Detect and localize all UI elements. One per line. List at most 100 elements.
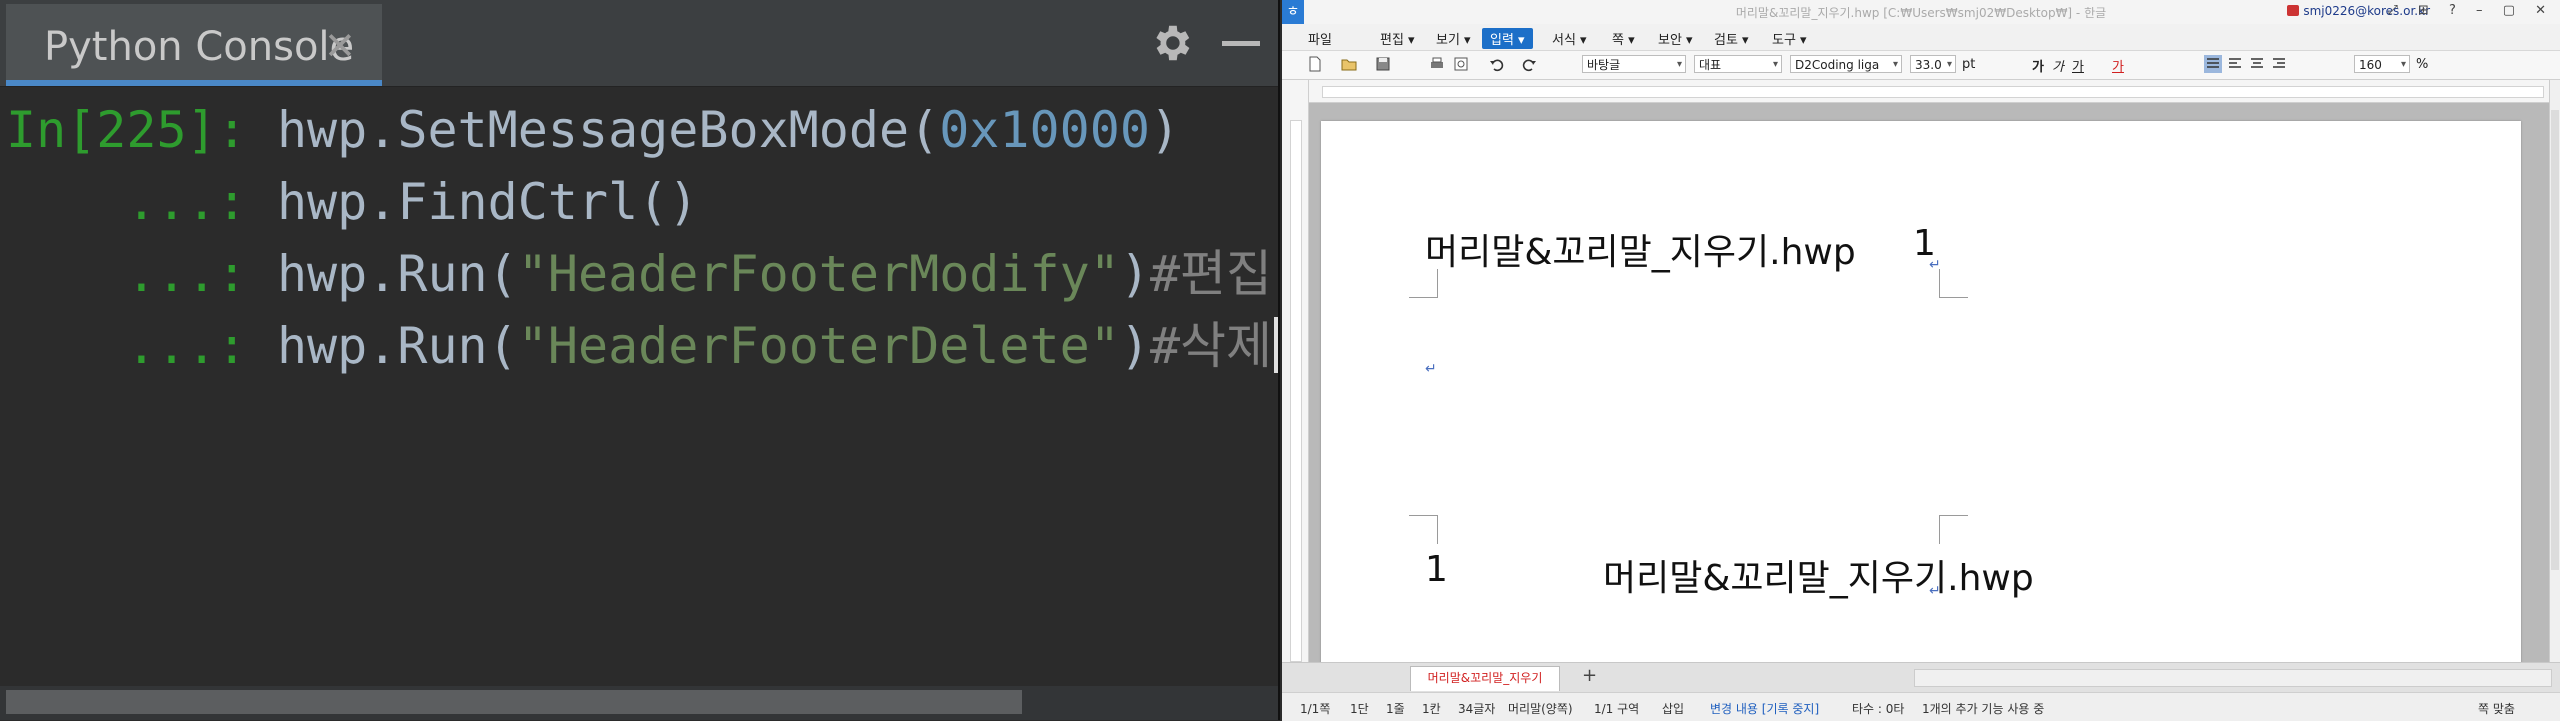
status-addons[interactable]: 1개의 추가 기능 사용 중 [1922,700,2044,717]
print-icon[interactable] [1428,55,1446,73]
console-line: In[225]: hwp.SetMessageBoxMode(0x10000) [6,94,1278,166]
code-text: hwp.Run( [276,317,518,375]
account-icon [2287,5,2300,16]
status-insert-mode[interactable]: 삽입 [1662,700,1684,717]
scrollbar-thumb[interactable] [6,690,1022,714]
document-workspace[interactable]: 머리말&꼬리말_지우기.hwp 1 ↵ ↵ 1 머리말&꼬리말_지우기.hwp … [1309,103,2549,662]
code-text: hwp.SetMessageBoxMode( [276,101,940,159]
status-track-changes[interactable]: 변경 내용 [기록 중지] [1710,700,1819,717]
ruler-strip [1290,120,1302,662]
status-column: 1단 [1350,702,1369,716]
status-section: 1/1 구역 [1594,702,1640,716]
menu-security[interactable]: 보안 ▾ [1658,29,1693,48]
code-comment: #편집 [1149,245,1273,303]
horizontal-scrollbar[interactable] [1914,669,2552,687]
margin-corner [1939,269,1968,298]
open-folder-icon[interactable] [1340,55,1358,73]
console-header: Python Console ✕ [0,0,1278,87]
status-char-count: 34글자 [1458,702,1496,716]
align-justify-icon[interactable] [2204,55,2222,73]
font-language-select[interactable]: 대표 [1694,55,1782,74]
status-line: 1줄 [1386,702,1405,716]
menu-insert[interactable]: 입력 ▾ [1482,28,1533,49]
scrollbar-thumb[interactable] [2551,110,2559,570]
menu-review[interactable]: 검토 ▾ [1714,29,1749,48]
tab-python-console[interactable]: Python Console ✕ [6,4,382,86]
status-page[interactable]: 1/1쪽 [1300,700,1330,717]
font-size-input[interactable]: 33.0 [1910,55,1956,74]
tab-document[interactable]: 머리말&꼬리말_지우기 [1410,666,1560,691]
preview-icon[interactable] [1452,55,1470,73]
bold-icon[interactable]: 가 [2032,56,2044,75]
zoom-unit: % [2416,57,2429,72]
paragraph-mark: ↵ [1929,583,1941,599]
code-number: 0x10000 [939,101,1150,159]
underline-icon[interactable]: 가 [2072,56,2084,75]
document-tab-bar: 머리말&꼬리말_지우기 + [1282,662,2560,693]
status-char-pos: 1칸 [1422,702,1441,716]
code-comment: #삭제 [1149,317,1273,375]
margin-corner [1939,515,1968,544]
align-center-icon[interactable] [2248,55,2266,73]
window-controls[interactable]: ⤢ ⊞ ? – ▢ ✕ [2387,3,2554,18]
status-zoom-fit[interactable]: 쪽 맞춤 [2478,700,2515,717]
align-right-icon[interactable] [2270,55,2288,73]
console-output[interactable]: In[225]: hwp.SetMessageBoxMode(0x10000) … [6,94,1279,382]
input-prompt: In[225]: [6,101,277,159]
menu-view[interactable]: 보기 ▾ [1436,29,1471,48]
code-text: ) [1149,101,1181,159]
continuation-prompt: ...: [6,245,277,303]
save-icon[interactable] [1374,55,1392,73]
vertical-scrollbar[interactable] [2549,80,2560,662]
continuation-prompt: ...: [6,173,277,231]
status-bar: 1/1쪽 1단 1줄 1칸 34글자 머리말(양쪽) 1/1 구역 삽입 변경 … [1282,692,2560,721]
ruler-strip [1322,86,2544,98]
footer-filename[interactable]: 머리말&꼬리말_지우기.hwp [1603,549,2034,601]
minimize-icon[interactable] [1222,41,1260,46]
font-name-select[interactable]: D2Coding liga [1790,55,1902,74]
code-text: ) [1119,317,1150,375]
status-area: 머리말(양쪽) [1508,702,1573,716]
menu-page[interactable]: 쪽 ▾ [1612,29,1635,48]
add-tab-button[interactable]: + [1582,665,1597,686]
gear-icon[interactable] [1148,20,1194,66]
paragraph-mark: ↵ [1425,361,1437,377]
code-string: "HeaderFooterModify" [517,245,1120,303]
console-tab-label: Python Console [44,24,355,70]
code-text: hwp.Run( [276,245,518,303]
text-cursor [1274,317,1279,373]
console-line: ...: hwp.Run("HeaderFooterDelete")#삭제 [6,310,1279,382]
undo-icon[interactable] [1488,55,1506,73]
vertical-ruler[interactable] [1282,80,1309,662]
title-bar: ㅎ 머리말&꼬리말_지우기.hwp [C:₩Users₩smj02₩Deskto… [1282,0,2560,24]
hwp-window: ㅎ 머리말&꼬리말_지우기.hwp [C:₩Users₩smj02₩Deskto… [1282,0,2560,721]
code-text: ) [1119,245,1150,303]
document-page[interactable]: 머리말&꼬리말_지우기.hwp 1 ↵ ↵ 1 머리말&꼬리말_지우기.hwp … [1321,121,2521,662]
zoom-input[interactable]: 160 [2354,55,2410,74]
menu-format[interactable]: 서식 ▾ [1552,29,1587,48]
align-left-icon[interactable] [2226,55,2244,73]
style-select[interactable]: 바탕글 [1582,55,1686,74]
italic-icon[interactable]: 가 [2052,56,2064,75]
margin-corner [1409,269,1438,298]
new-document-icon[interactable] [1306,55,1324,73]
footer-page-number[interactable]: 1 [1425,549,1448,590]
continuation-prompt: ...: [6,317,277,375]
close-icon[interactable]: ✕ [324,24,356,68]
code-string: "HeaderFooterDelete" [517,317,1120,375]
header-filename[interactable]: 머리말&꼬리말_지우기.hwp [1425,223,1856,275]
redo-icon[interactable] [1520,55,1538,73]
console-line: ...: hwp.Run("HeaderFooterModify")#편집 [6,238,1278,310]
font-color-icon[interactable]: 가 [2112,56,2124,75]
horizontal-ruler[interactable] [1308,80,2560,103]
console-horizontal-scrollbar[interactable] [0,686,1278,720]
status-typing-count: 타수 : 0타 [1852,702,1905,716]
menu-bar: 파일 편집 ▾ 보기 ▾ 입력 ▾ 서식 ▾ 쪽 ▾ 보안 ▾ 검토 ▾ 도구 … [1282,24,2560,51]
menu-tools[interactable]: 도구 ▾ [1772,29,1807,48]
python-console-panel: Python Console ✕ In[225]: hwp.SetMessage… [0,0,1280,720]
menu-edit[interactable]: 편집 ▾ [1380,29,1415,48]
menu-file[interactable]: 파일 [1308,29,1332,48]
code-text: hwp.FindCtrl() [276,173,699,231]
font-size-unit: pt [1962,57,1976,72]
toolbar: 바탕글 대표 D2Coding liga 33.0 pt 가 가 가 가 160… [1282,51,2560,80]
